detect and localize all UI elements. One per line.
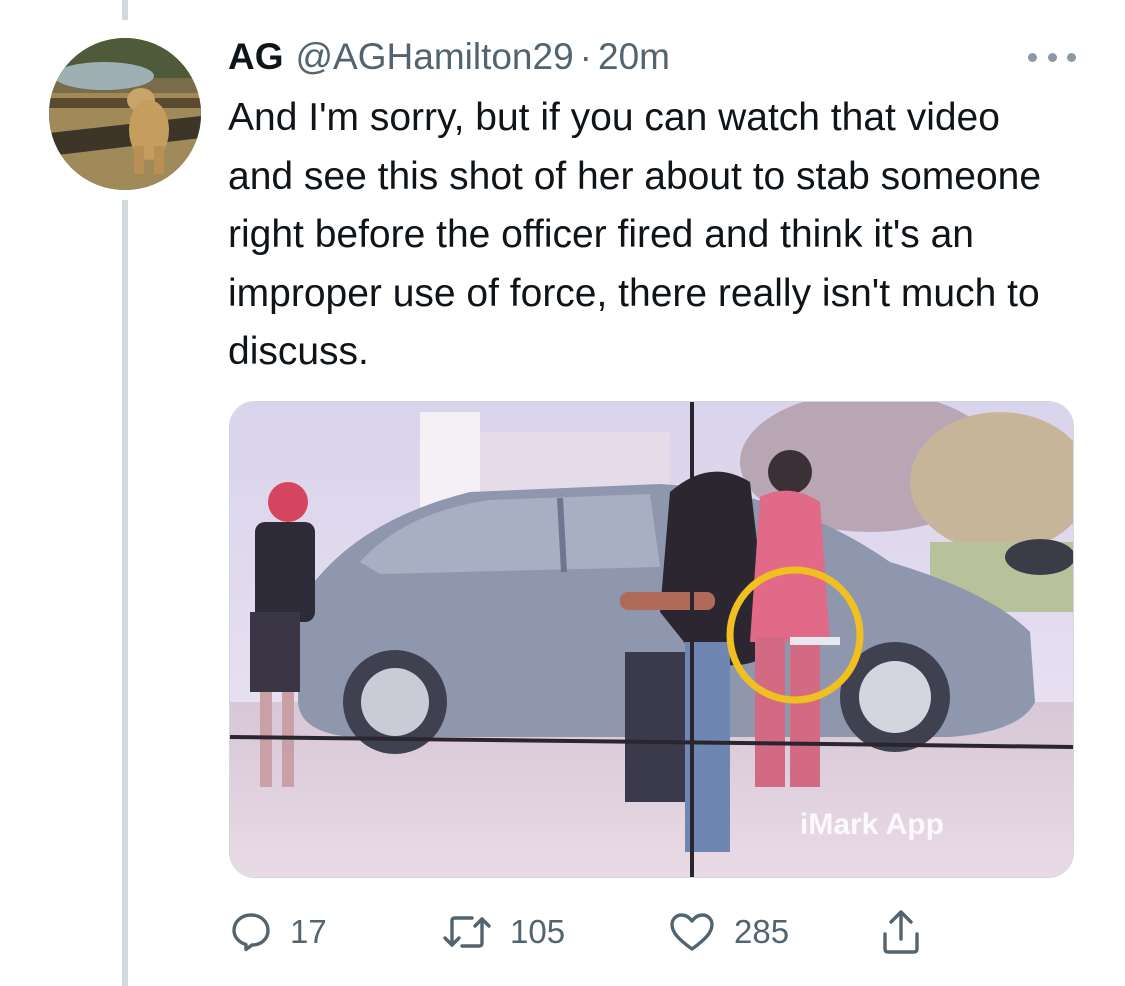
tweet-header: AG @AGHamilton29 · 20m <box>228 36 670 82</box>
separator-dot: · <box>579 36 592 77</box>
share-icon <box>883 910 919 954</box>
avatar[interactable] <box>49 38 201 190</box>
reply-button[interactable]: 17 <box>230 900 327 964</box>
retweet-count: 105 <box>510 913 566 950</box>
user-handle[interactable]: @AGHamilton29 <box>296 36 574 78</box>
action-bar: 17 105 285 <box>0 900 1125 964</box>
more-dot <box>1047 52 1057 62</box>
share-button[interactable] <box>880 900 922 964</box>
reply-icon <box>232 913 270 952</box>
heart-icon <box>670 913 714 951</box>
tweet-text: And I'm sorry, but if you can watch that… <box>228 96 1042 373</box>
timestamp[interactable]: 20m <box>598 36 670 78</box>
avatar-image <box>49 38 201 190</box>
like-button[interactable]: 285 <box>668 900 789 964</box>
more-dot <box>1028 52 1037 62</box>
retweet-icon <box>443 916 491 948</box>
like-count: 285 <box>734 913 790 950</box>
reply-count: 17 <box>290 913 327 950</box>
more-dot <box>1067 52 1076 62</box>
media-image[interactable]: iMark App <box>229 401 1074 878</box>
watermark-text: iMark App <box>800 808 944 841</box>
thread-line-top <box>122 0 128 20</box>
more-options-icon[interactable] <box>1028 50 1076 64</box>
thread-line-bottom <box>122 200 128 986</box>
retweet-button[interactable]: 105 <box>442 900 565 964</box>
display-name[interactable]: AG <box>228 36 284 78</box>
video-still: iMark App <box>230 402 1073 877</box>
